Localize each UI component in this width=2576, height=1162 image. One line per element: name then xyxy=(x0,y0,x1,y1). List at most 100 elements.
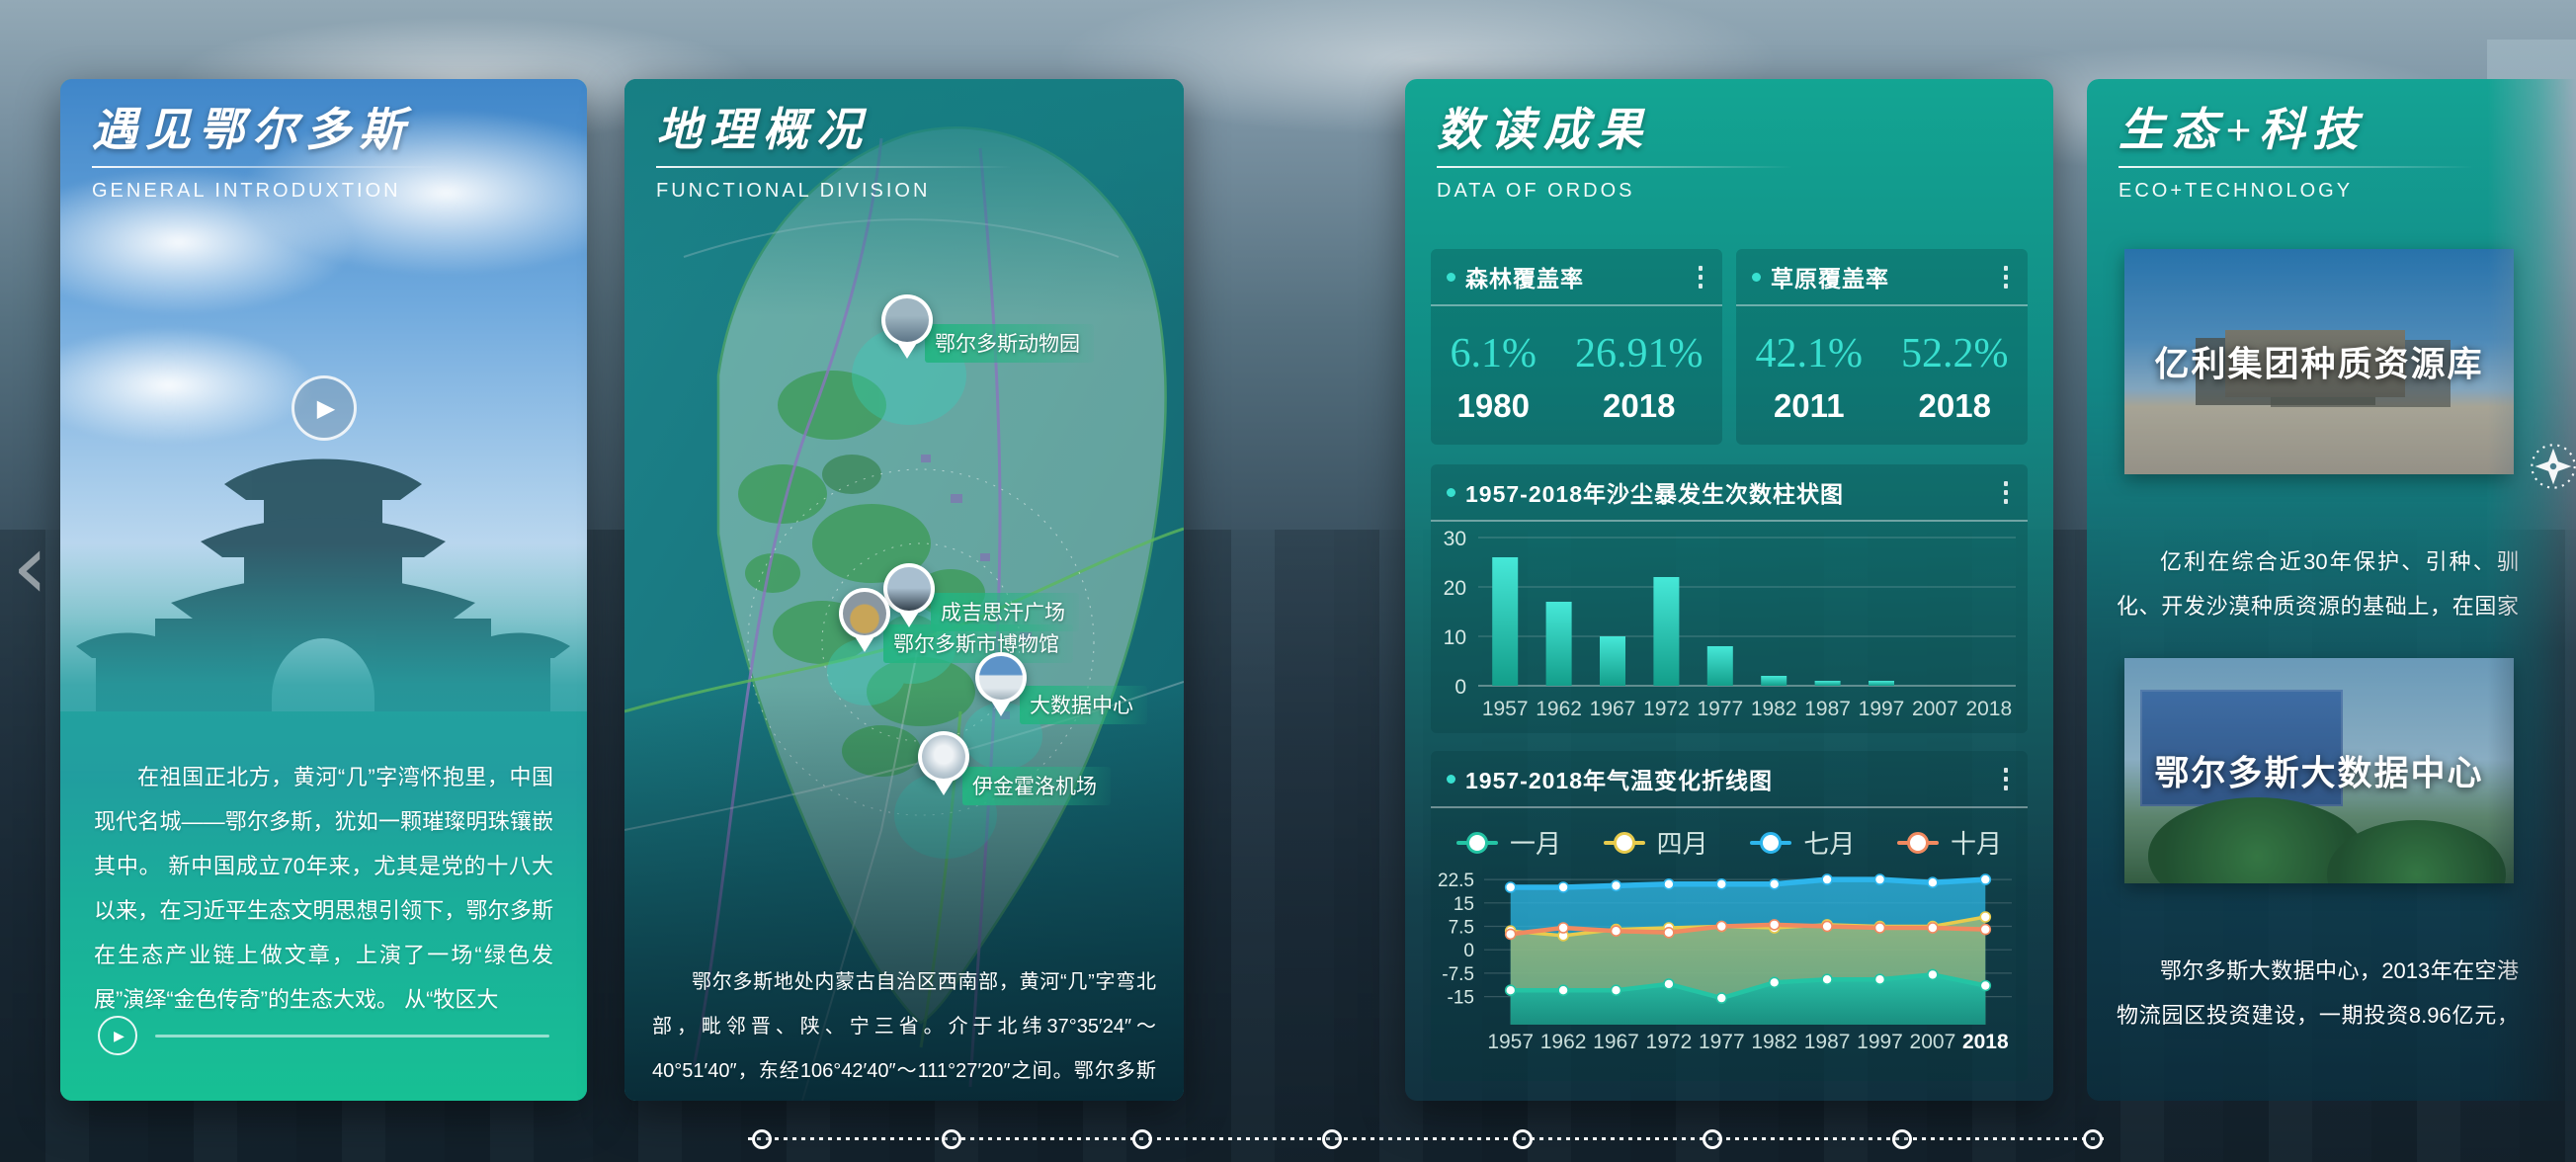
marker-tail xyxy=(934,780,954,795)
stat-value: 6.1% xyxy=(1451,330,1537,377)
data-point xyxy=(1928,877,1938,887)
svg-text:1957: 1957 xyxy=(1482,698,1529,720)
panel-eco-technology: 生态+科技 ECO+TECHNOLOGY 亿利集团种质资源库 亿利在综合近30年… xyxy=(2087,79,2576,1101)
svg-text:15: 15 xyxy=(1454,894,1474,915)
data-point xyxy=(1506,882,1516,892)
video-play-button[interactable]: ▶ xyxy=(291,375,357,441)
legend-label: 十月 xyxy=(1951,824,2002,861)
legend-item[interactable]: 四月 xyxy=(1604,824,1708,861)
svg-text:2007: 2007 xyxy=(1910,1031,1956,1053)
left-arrow-icon: ‹ xyxy=(12,514,48,620)
svg-text:20: 20 xyxy=(1444,577,1466,600)
card-title: 草原覆盖率 xyxy=(1771,260,1990,293)
timeline-node[interactable] xyxy=(1132,1129,1152,1149)
compass-icon[interactable] xyxy=(2528,441,2576,492)
svg-text:2007: 2007 xyxy=(1912,698,1958,720)
bar xyxy=(1815,681,1841,686)
bar xyxy=(1761,676,1787,686)
data-point xyxy=(1980,981,1990,991)
marker-tail xyxy=(897,343,917,359)
legend-item[interactable]: 十月 xyxy=(1897,824,2002,861)
data-point xyxy=(1822,974,1832,984)
eco-image-germplasm-bank[interactable]: 亿利集团种质资源库 xyxy=(2124,249,2514,474)
marker-photo xyxy=(979,656,1023,700)
legend-dot-icon xyxy=(1614,832,1635,854)
bar xyxy=(1600,636,1625,686)
stat-cards-row: 森林覆盖率 6.1% 1980 26.91% 2018 草原覆盖率 42.1% … xyxy=(1431,249,2028,445)
timeline-node[interactable] xyxy=(1322,1129,1342,1149)
svg-text:-15: -15 xyxy=(1448,988,1474,1009)
title-underline xyxy=(1437,166,1792,168)
card-title: 森林覆盖率 xyxy=(1465,260,1685,293)
panel-general-introduction: 遇见鄂尔多斯 GENERAL INTRODUXTION ▶ 在祖国正北方，黄河“… xyxy=(60,79,587,1101)
legend-line-icon xyxy=(1750,841,1791,845)
data-point xyxy=(1980,874,1990,884)
more-menu-icon[interactable] xyxy=(2000,260,2012,294)
panel-title: 遇见鄂尔多斯 xyxy=(92,103,448,158)
geography-paragraph: 鄂尔多斯地处内蒙古自治区西南部，黄河“几”字弯北部，毗邻晋、陕、宁三省。介于北纬… xyxy=(652,960,1156,1096)
marker-tail xyxy=(855,636,874,652)
data-point xyxy=(1928,969,1938,979)
map-marker-pin[interactable] xyxy=(881,294,937,370)
map-marker-pin[interactable] xyxy=(918,731,973,806)
stat-value-group: 6.1% 1980 xyxy=(1451,330,1537,425)
data-point xyxy=(1664,979,1674,989)
image-caption: 亿利集团种质资源库 xyxy=(2124,337,2514,387)
stat-year: 2018 xyxy=(1901,387,2009,425)
stat-card: 森林覆盖率 6.1% 1980 26.91% 2018 xyxy=(1431,249,1722,445)
play-icon: ▶ xyxy=(317,394,335,423)
svg-text:1967: 1967 xyxy=(1590,698,1636,720)
legend-dot-icon xyxy=(1760,832,1782,854)
svg-text:0: 0 xyxy=(1454,676,1466,699)
stat-body: 42.1% 2011 52.2% 2018 xyxy=(1736,306,2028,425)
stat-value: 52.2% xyxy=(1901,330,2009,377)
timeline-node[interactable] xyxy=(2083,1129,2103,1149)
eco-image-big-data-center[interactable]: 鄂尔多斯大数据中心 xyxy=(2124,658,2514,883)
card-header: 草原覆盖率 xyxy=(1736,249,2028,306)
timeline-node[interactable] xyxy=(942,1129,961,1149)
carousel-left-arrow[interactable]: ‹ xyxy=(12,522,48,613)
more-menu-icon[interactable] xyxy=(2000,762,2012,796)
map-marker-pin[interactable] xyxy=(975,652,1031,727)
map-marker-label: 鄂尔多斯动物园 xyxy=(925,324,1094,363)
eco-paragraph-1: 亿利在综合近30年保护、引种、驯化、开发沙漠种质资源的基础上，在国家科技部、林草… xyxy=(2117,540,2519,633)
timeline-node[interactable] xyxy=(1892,1129,1912,1149)
stat-year: 1980 xyxy=(1451,387,1537,425)
map-marker-pin[interactable] xyxy=(839,588,894,663)
more-menu-icon[interactable] xyxy=(2000,475,2012,510)
data-point xyxy=(1980,912,1990,922)
timeline-node[interactable] xyxy=(1513,1129,1533,1149)
legend-label: 四月 xyxy=(1657,824,1708,861)
stat-value-group: 52.2% 2018 xyxy=(1901,330,2009,425)
more-menu-icon[interactable] xyxy=(1695,260,1706,294)
data-point xyxy=(1770,879,1780,889)
card-header: 1957-2018年气温变化折线图 xyxy=(1431,751,2028,808)
marker-photo-frame xyxy=(918,731,969,783)
audio-play-button[interactable]: ▶ xyxy=(98,1016,137,1055)
panel-title: 生态+科技 xyxy=(2119,103,2474,158)
sandstorm-bar-chart: 0 10 20 30195719621967197219771982198719… xyxy=(1431,522,2028,723)
data-point xyxy=(1980,925,1990,935)
timeline-node[interactable] xyxy=(752,1129,772,1149)
legend-line-icon xyxy=(1897,841,1939,845)
svg-text:1997: 1997 xyxy=(1859,698,1905,720)
legend-line-icon xyxy=(1604,841,1645,845)
bar xyxy=(1546,602,1572,686)
legend-label: 七月 xyxy=(1803,824,1855,861)
data-point xyxy=(1716,879,1726,889)
bullet-dot-icon xyxy=(1752,273,1761,282)
panel-title: 数读成果 xyxy=(1437,103,1792,158)
timeline-node[interactable] xyxy=(1703,1129,1722,1149)
legend-label: 一月 xyxy=(1510,824,1561,861)
data-point xyxy=(1875,874,1885,884)
panel-subtitle: FUNCTIONAL DIVISION xyxy=(656,180,1012,203)
sandstorm-bar-chart-card: 1957-2018年沙尘暴发生次数柱状图 0 10 20 30195719621… xyxy=(1431,464,2028,733)
legend-item[interactable]: 七月 xyxy=(1750,824,1855,861)
image-caption: 鄂尔多斯大数据中心 xyxy=(2124,746,2514,796)
carousel-timeline xyxy=(748,1128,2104,1150)
marker-photo xyxy=(922,735,965,779)
audio-progress-bar[interactable] xyxy=(155,1035,549,1038)
legend-item[interactable]: 一月 xyxy=(1456,824,1561,861)
svg-text:1957: 1957 xyxy=(1487,1031,1534,1053)
panel-subtitle: ECO+TECHNOLOGY xyxy=(2119,180,2474,203)
